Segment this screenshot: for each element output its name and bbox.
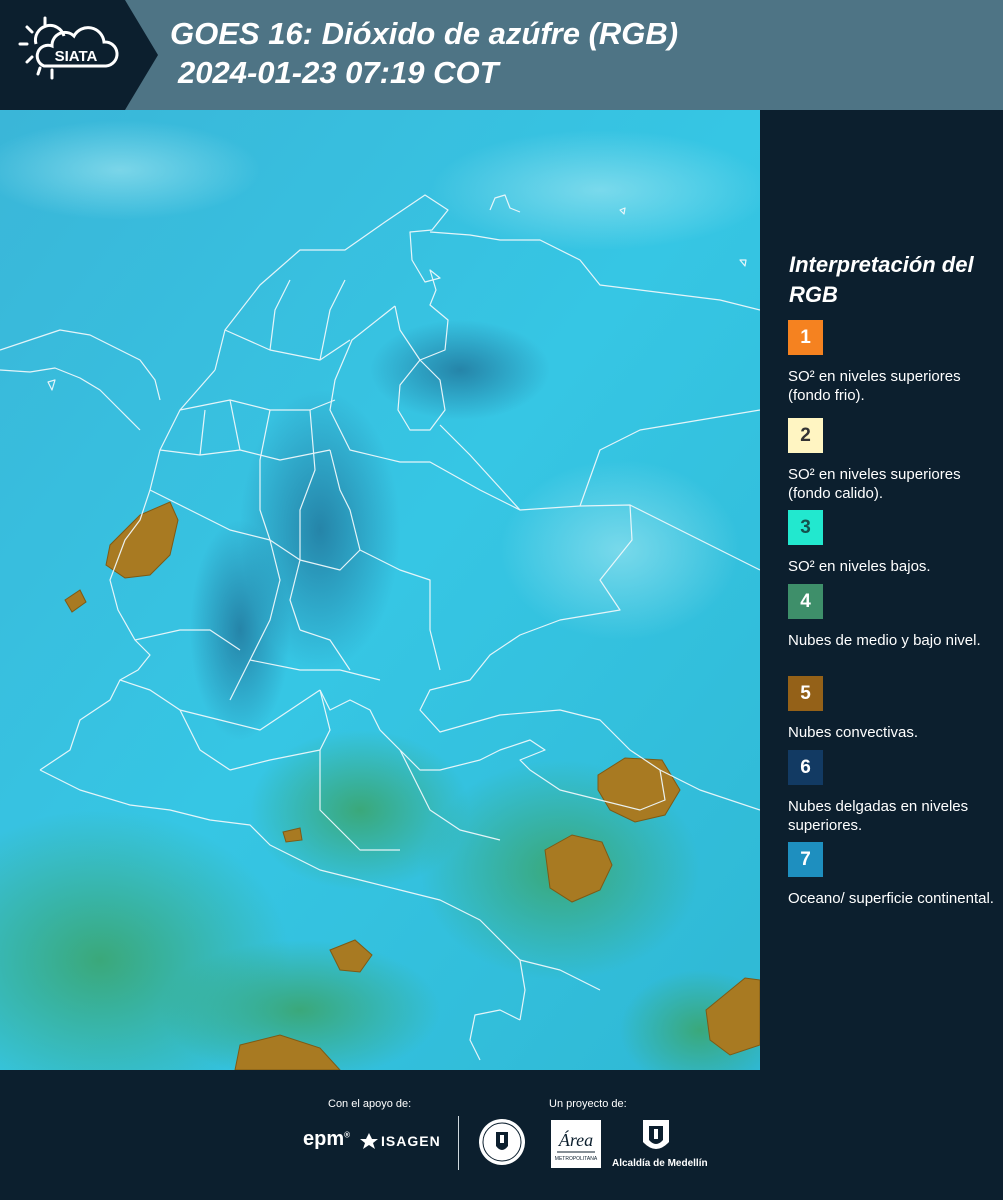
legend-swatch-2: 2 xyxy=(788,418,823,453)
legend-text-7: Oceano/ superficie continental. xyxy=(788,890,994,907)
legend-item-5: 5 Nubes convectivas. xyxy=(788,676,998,742)
project-label: Un proyecto de: xyxy=(549,1098,627,1110)
legend-title: Interpretación del RGB xyxy=(789,252,974,307)
title-timestamp: 2024-01-23 07:19 COT xyxy=(178,55,499,90)
legend-swatch-3: 3 xyxy=(788,510,823,545)
area-metropolitana-logo: Área METROPOLITANA xyxy=(551,1120,601,1173)
legend-item-2: 2 SO² en niveles superiores (fondo calid… xyxy=(788,418,998,503)
support-label: Con el apoyo de: xyxy=(328,1098,412,1110)
isagen-logo: ISAGEN xyxy=(360,1133,441,1149)
satellite-map xyxy=(0,110,760,1070)
header-bar: SIATA GOES 16: Dióxido de azúfre (RGB) 2… xyxy=(0,0,1003,110)
epm-logo: epm® xyxy=(303,1128,351,1150)
legend-swatch-4: 4 xyxy=(788,584,823,619)
medellin-seal-logo xyxy=(478,1118,526,1171)
legend-swatch-7: 7 xyxy=(788,842,823,877)
alcaldia-shield-logo xyxy=(641,1118,671,1161)
legend-swatch-1: 1 xyxy=(788,320,823,355)
legend-swatch-6: 6 xyxy=(788,750,823,785)
legend-swatch-5: 5 xyxy=(788,676,823,711)
legend-text-4: Nubes de medio y bajo nivel. xyxy=(788,632,981,649)
legend-text-5: Nubes convectivas. xyxy=(788,724,919,741)
svg-text:METROPOLITANA: METROPOLITANA xyxy=(555,1156,598,1162)
legend-item-3: 3 SO² en niveles bajos. xyxy=(788,510,998,576)
svg-text:Área: Área xyxy=(558,1129,593,1150)
legend-text-1: SO² en niveles superiores (fondo frio). xyxy=(788,368,961,404)
siata-logo-text: SIATA xyxy=(55,48,98,65)
legend-item-1: 1 SO² en niveles superiores (fondo frio)… xyxy=(788,320,998,405)
legend-item-4: 4 Nubes de medio y bajo nivel. xyxy=(788,584,998,650)
footer-divider xyxy=(458,1116,459,1170)
footer-bar: Con el apoyo de: Un proyecto de: epm® IS… xyxy=(0,1070,1003,1200)
legend-item-7: 7 Oceano/ superficie continental. xyxy=(788,842,998,908)
legend-text-2: SO² en niveles superiores (fondo calido)… xyxy=(788,466,961,502)
isagen-symbol-icon xyxy=(360,1133,378,1149)
siata-logo: SIATA xyxy=(0,0,158,110)
legend-text-3: SO² en niveles bajos. xyxy=(788,558,931,575)
legend-text-6: Nubes delgadas en niveles superiores. xyxy=(788,798,969,834)
legend-panel: Interpretación del RGB 1 SO² en niveles … xyxy=(760,110,1003,1070)
alcaldia-label: Alcaldía de Medellín xyxy=(612,1158,708,1169)
title-product: GOES 16: Dióxido de azúfre (RGB) xyxy=(170,16,679,51)
legend-item-6: 6 Nubes delgadas en niveles superiores. xyxy=(788,750,998,835)
